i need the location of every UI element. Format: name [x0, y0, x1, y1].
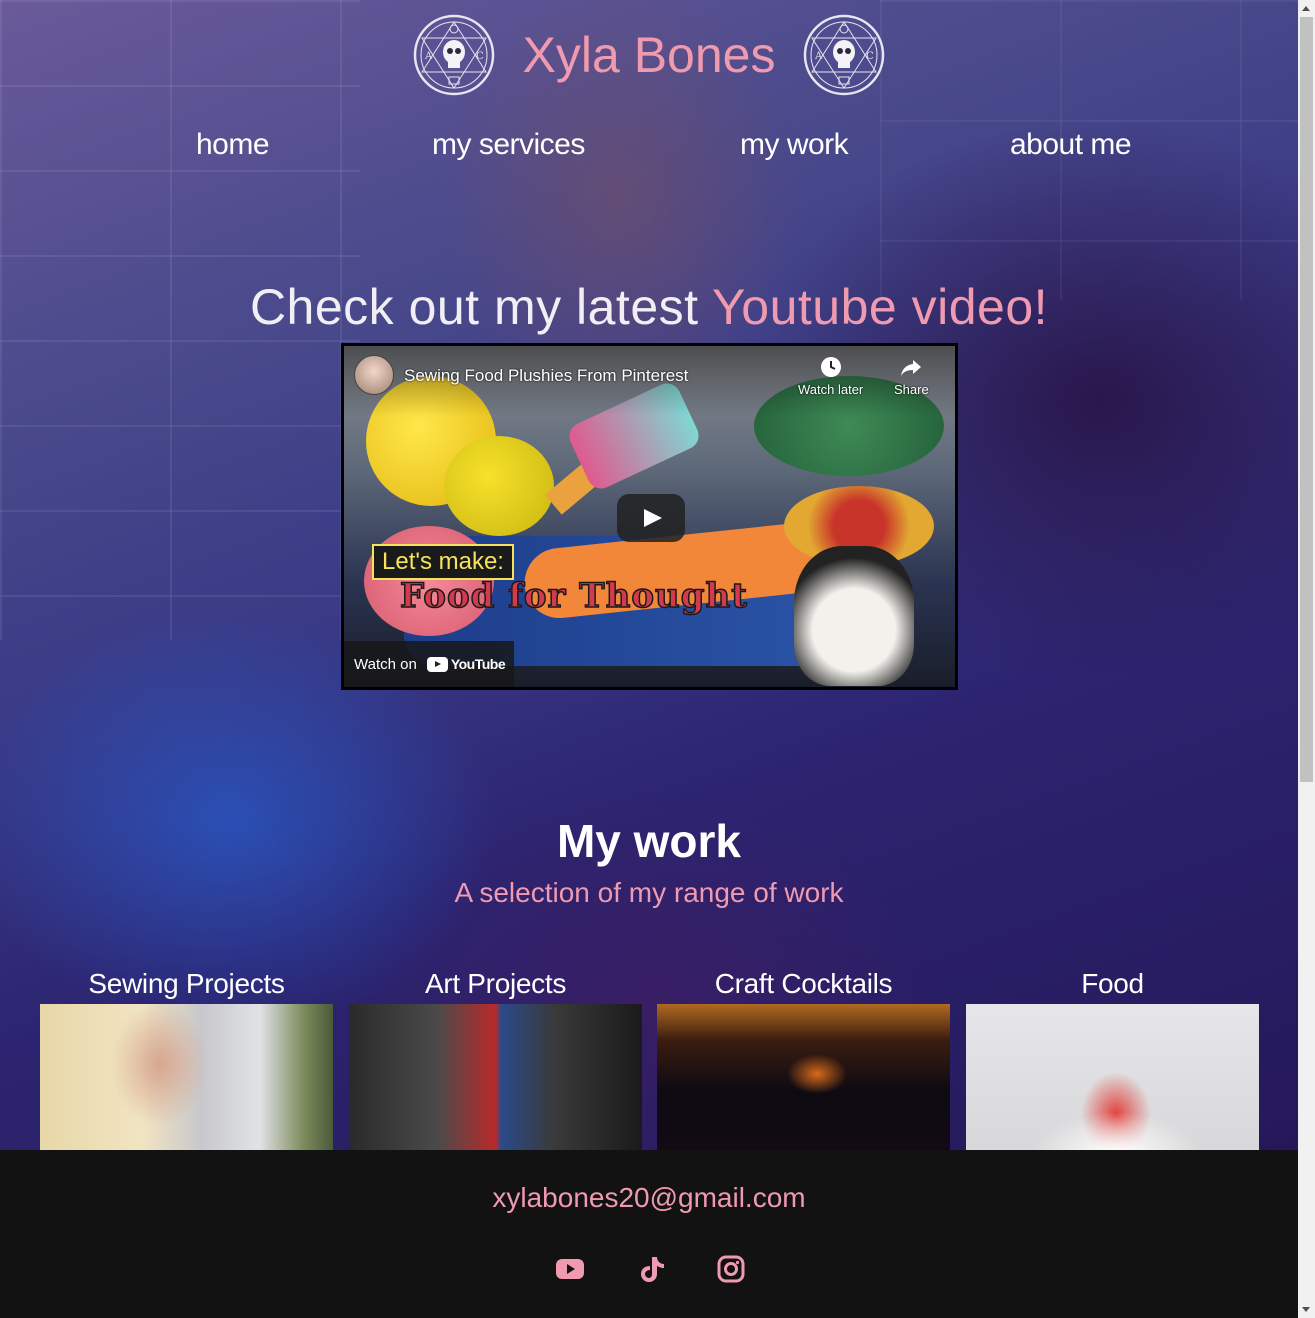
watch-later-label: Watch later: [798, 382, 864, 397]
work-card-food[interactable]: Food: [966, 968, 1259, 1150]
tiktok-icon[interactable]: [637, 1255, 667, 1283]
youtube-heading: Check out my latest Youtube video!: [0, 278, 1298, 336]
youtube-brand-label: YouTube: [450, 656, 506, 672]
watch-later-button[interactable]: Watch later: [798, 356, 863, 397]
svg-text:A: A: [814, 51, 823, 62]
scroll-down-arrow-icon[interactable]: [1302, 1307, 1310, 1312]
nav-about-me[interactable]: about me: [1010, 128, 1132, 162]
play-button[interactable]: [617, 494, 685, 542]
youtube-heading-accent: Youtube video!: [712, 279, 1049, 335]
share-button[interactable]: Share: [894, 356, 929, 397]
youtube-heading-main: Check out my latest: [249, 279, 713, 335]
youtube-icon[interactable]: [555, 1255, 585, 1283]
work-card-label[interactable]: Art Projects: [349, 968, 642, 1004]
svg-text:A: A: [424, 51, 433, 62]
work-card-art[interactable]: Art Projects: [349, 968, 642, 1150]
nav-home[interactable]: home: [196, 128, 270, 162]
youtube-logo-icon: YouTube: [426, 656, 506, 672]
site-footer: [0, 1150, 1298, 1318]
scrollbar-thumb[interactable]: [1300, 17, 1313, 782]
work-card-sewing[interactable]: Sewing Projects: [40, 968, 333, 1150]
work-card-cocktails[interactable]: Craft Cocktails: [657, 968, 950, 1150]
work-card-image[interactable]: [657, 1004, 950, 1150]
watch-on-youtube-button[interactable]: Watch on YouTube: [344, 641, 514, 687]
nav-my-services[interactable]: my services: [432, 128, 585, 162]
thumbnail-lemon-plush: [444, 436, 554, 536]
channel-avatar[interactable]: [354, 355, 394, 395]
svg-text:C: C: [866, 51, 874, 62]
scrollbar[interactable]: [1298, 0, 1315, 1318]
clock-icon: [820, 357, 841, 377]
svg-text:C: C: [476, 51, 484, 62]
skull-logo-icon[interactable]: A C: [803, 14, 885, 96]
scroll-up-arrow-icon[interactable]: [1302, 6, 1310, 11]
thumbnail-cat: [794, 546, 914, 686]
work-card-label[interactable]: Craft Cocktails: [657, 968, 950, 1004]
instagram-icon[interactable]: [716, 1255, 746, 1283]
work-card-image[interactable]: [40, 1004, 333, 1150]
work-section-subtitle: A selection of my range of work: [454, 877, 844, 908]
watch-on-label: Watch on: [354, 655, 417, 673]
work-card-image[interactable]: [349, 1004, 642, 1150]
site-title: Xyla Bones: [522, 27, 776, 83]
work-card-label[interactable]: Food: [966, 968, 1259, 1004]
nav-my-work[interactable]: my work: [740, 128, 849, 162]
youtube-embed[interactable]: Let's make: Food for Thought Sewing Food…: [341, 343, 958, 690]
email-link[interactable]: xylabones20@gmail.com: [0, 1182, 1298, 1214]
site-header: A C Xyla Bones A C: [0, 14, 1298, 96]
video-title[interactable]: Sewing Food Plushies From Pinterest: [404, 366, 688, 386]
skull-logo-icon[interactable]: A C: [413, 14, 495, 96]
thumbnail-food-for-thought: Food for Thought: [399, 575, 748, 617]
share-label: Share: [894, 382, 929, 397]
work-card-image[interactable]: [966, 1004, 1259, 1150]
share-icon: [901, 360, 922, 376]
work-section-title: My work: [556, 815, 742, 867]
thumbnail-lets-make: Let's make:: [372, 544, 514, 580]
work-card-label[interactable]: Sewing Projects: [40, 968, 333, 1004]
